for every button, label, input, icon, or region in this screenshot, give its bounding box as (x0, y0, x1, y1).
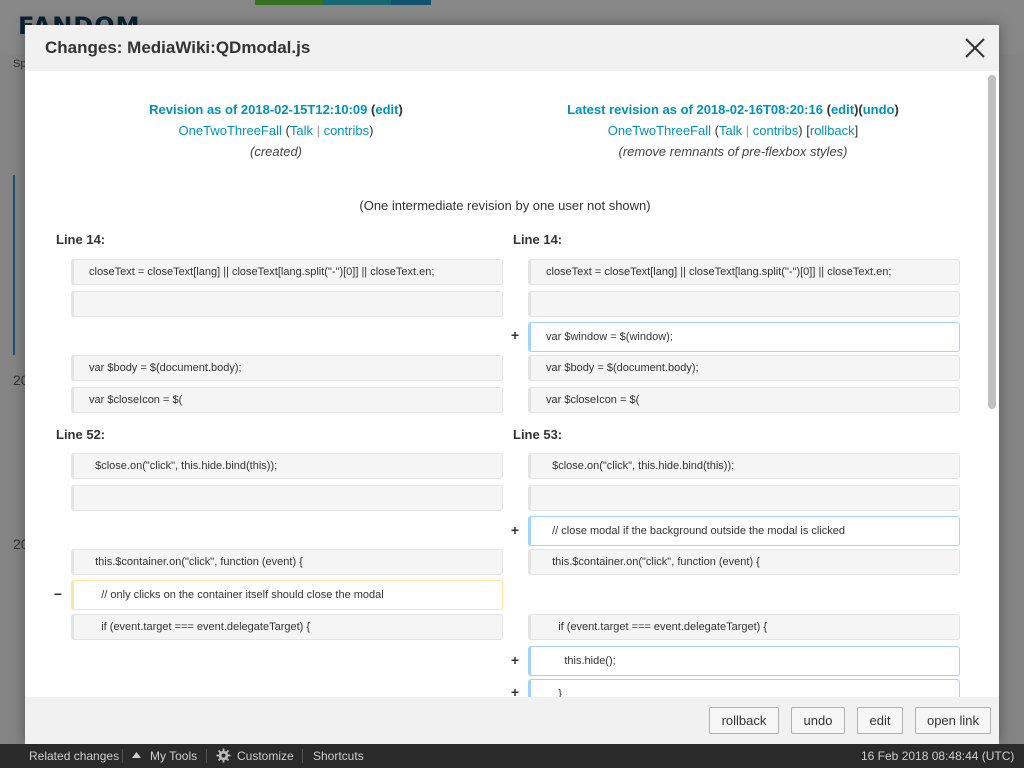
toolbar-divider (302, 749, 303, 763)
diff-line-number: Line 53: (513, 427, 563, 442)
customize-link[interactable]: Customize (237, 749, 294, 763)
diff-context-left: $close.on("click", this.hide.bind(this))… (71, 453, 503, 479)
diff-context-right: this.$container.on("click", function (ev… (528, 549, 960, 575)
gear-icon[interactable] (216, 748, 231, 766)
new-revision-link[interactable]: Latest revision as of 2018-02-16T08:20:1… (567, 102, 823, 117)
modal-body: Revision as of 2018-02-15T12:10:09 (edit… (25, 71, 999, 697)
diff-line-number: Line 14: (513, 232, 563, 247)
new-edit-link[interactable]: edit (831, 102, 854, 117)
modal-title: Changes: MediaWiki:QDmodal.js (45, 38, 311, 57)
old-edit-summary: (created) (249, 144, 303, 159)
toolbar-divider (122, 749, 123, 763)
open-link-button[interactable]: open link (915, 707, 991, 734)
diff-deleted-line: // only clicks on the container itself s… (71, 580, 503, 610)
diff-minus-marker: − (53, 586, 63, 602)
diff-context-right (528, 291, 960, 317)
old-edit-link[interactable]: edit (375, 102, 398, 117)
diff-plus-marker: + (510, 522, 520, 538)
diff-plus-marker: + (510, 684, 520, 697)
old-user-link[interactable]: OneTwoThreeFall (179, 123, 282, 138)
rollback-link[interactable]: rollback (810, 123, 855, 138)
new-edit-summary: (remove remnants of pre-flexbox styles) (618, 144, 848, 159)
diff-context-left (71, 291, 503, 317)
new-revision-header: Latest revision as of 2018-02-16T08:20:1… (498, 99, 968, 162)
toolbar-divider (206, 749, 207, 763)
diff-context-left: this.$container.on("click", function (ev… (71, 549, 503, 575)
my-tools-caret-icon[interactable] (132, 749, 141, 764)
undo-button[interactable]: undo (791, 707, 845, 734)
diff-context-right: var $body = $(document.body); (528, 355, 960, 381)
close-icon[interactable] (963, 36, 987, 60)
modal-scrollbar[interactable] (987, 74, 997, 694)
diff-context-right: if (event.target === event.delegateTarge… (528, 614, 960, 640)
diff-context-left: closeText = closeText[lang] || closeText… (71, 259, 503, 285)
diff-context-right: var $closeIcon = $( (528, 387, 960, 413)
related-changes-link[interactable]: Related changes (29, 749, 119, 763)
diff-added-line: // close modal if the background outside… (528, 516, 960, 546)
toolbar-timestamp: 16 Feb 2018 08:48:44 (UTC) (861, 749, 1015, 763)
diff-context-right: $close.on("click", this.hide.bind(this))… (528, 453, 960, 479)
shortcuts-link[interactable]: Shortcuts (313, 749, 364, 763)
diff-line-number: Line 52: (56, 427, 106, 442)
modal-footer: rollback undo edit open link (25, 697, 999, 744)
diff-context-left: if (event.target === event.delegateTarge… (71, 614, 503, 640)
new-undo-link[interactable]: undo (863, 102, 895, 117)
new-contribs-link[interactable]: contribs (753, 123, 799, 138)
diff-added-line: var $window = $(window); (528, 322, 960, 352)
modal-header: Changes: MediaWiki:QDmodal.js (25, 25, 999, 71)
diff-line-number: Line 14: (56, 232, 106, 247)
scrollbar-thumb[interactable] (988, 75, 996, 409)
diff-plus-marker: + (510, 652, 520, 668)
diff-context-right (528, 485, 960, 511)
rollback-button[interactable]: rollback (709, 707, 779, 734)
old-revision-header: Revision as of 2018-02-15T12:10:09 (edit… (41, 99, 511, 162)
diff-context-left: var $body = $(document.body); (71, 355, 503, 381)
diff-added-line: } (528, 679, 960, 697)
old-talk-link[interactable]: Talk (290, 123, 313, 138)
intermediate-revisions-note: (One intermediate revision by one user n… (359, 198, 651, 213)
my-tools-link[interactable]: My Tools (150, 749, 197, 763)
old-contribs-link[interactable]: contribs (324, 123, 370, 138)
edit-button[interactable]: edit (857, 707, 903, 734)
diff-added-line: this.hide(); (528, 646, 960, 676)
diff-context-left: var $closeIcon = $( (71, 387, 503, 413)
old-revision-link[interactable]: Revision as of 2018-02-15T12:10:09 (149, 102, 367, 117)
diff-context-right: closeText = closeText[lang] || closeText… (528, 259, 960, 285)
diff-plus-marker: + (510, 327, 520, 343)
new-user-link[interactable]: OneTwoThreeFall (608, 123, 711, 138)
diff-context-left (71, 485, 503, 511)
new-talk-link[interactable]: Talk (719, 123, 742, 138)
bottom-toolbar: Related changes My Tools Customize Short… (0, 744, 1024, 768)
changes-modal: Changes: MediaWiki:QDmodal.js Revision a… (25, 25, 999, 744)
